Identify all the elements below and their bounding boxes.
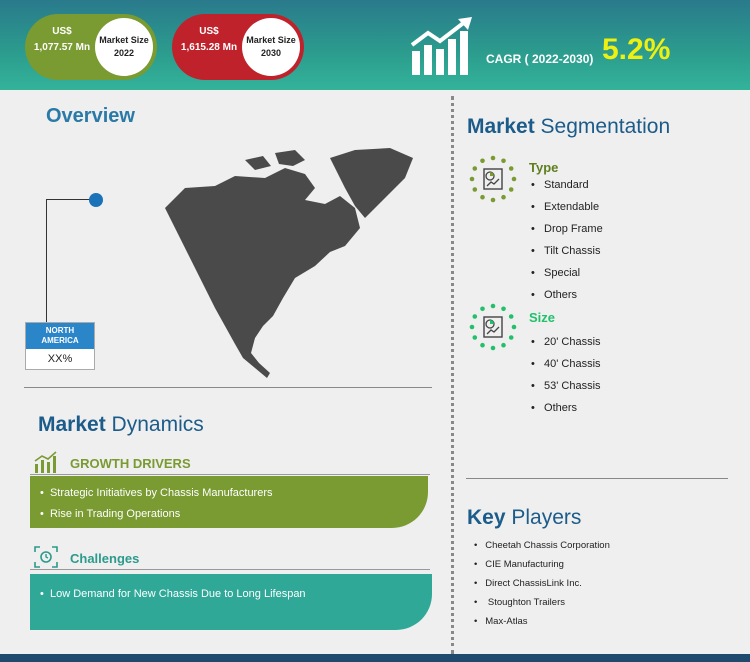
driver-item: • Rise in Trading Operations [40, 508, 181, 520]
growth-drivers-heading: GROWTH DRIVERS [70, 456, 191, 471]
cagr-value: 5.2% [602, 33, 671, 66]
vertical-divider [451, 96, 454, 654]
challenges-underline [30, 569, 430, 570]
key-players-title: Key Players [467, 506, 581, 530]
market-segmentation-title: Market Segmentation [467, 115, 670, 139]
key-players-title-bold: Key [467, 506, 506, 529]
market-size-2030-value: US$ 1,615.28 Mn [180, 26, 238, 53]
market-dynamics-title: Market Dynamics [38, 413, 204, 437]
key-player-item: • Cheetah Chassis Corporation [474, 540, 610, 551]
size-item: • 20' Chassis [531, 336, 601, 348]
cagr-label: CAGR ( 2022-2030) [486, 52, 594, 66]
market-dynamics-title-bold: Market [38, 413, 106, 436]
size-item: • Others [531, 402, 578, 414]
type-segment-icon [469, 155, 517, 203]
market-dynamics-title-rest: Dynamics [111, 413, 204, 436]
challenges-heading: Challenges [70, 551, 140, 566]
type-item: • Special [531, 267, 581, 279]
market-size-2022-pill: US$ 1,077.57 Mn Market Size 2022 [25, 14, 157, 80]
type-item: • Tilt Chassis [531, 245, 601, 257]
footer-bar [0, 654, 750, 662]
region-marker-dot [89, 193, 103, 207]
challenges-box: • Low Demand for New Chassis Due to Long… [30, 574, 432, 630]
market-size-2030-label: Market Size 2030 [242, 18, 300, 76]
size-segment-icon [469, 303, 517, 351]
type-item: • Extendable [531, 201, 600, 213]
region-label: NORTH AMERICA [26, 323, 94, 349]
size-item: • 53' Chassis [531, 380, 601, 392]
market-size-2022-label: Market Size 2022 [95, 18, 153, 76]
overview-title: Overview [46, 105, 135, 127]
region-callout-box: NORTH AMERICA XX% [25, 322, 95, 370]
key-player-item: • Direct ChassisLink Inc. [474, 578, 582, 589]
size-segment-heading: Size [529, 310, 556, 325]
region-share: XX% [47, 353, 73, 365]
challenges-icon [34, 546, 58, 568]
type-item: • Drop Frame [531, 223, 603, 235]
growth-drivers-underline [30, 474, 430, 475]
overview-divider [24, 387, 432, 388]
growth-drivers-icon [34, 451, 57, 473]
market-segmentation-title-rest: Segmentation [540, 115, 671, 138]
header-banner: US$ 1,077.57 Mn Market Size 2022 US$ 1,6… [0, 0, 750, 90]
growth-chart-icon [410, 17, 472, 75]
growth-drivers-box: • Strategic Initiatives by Chassis Manuf… [30, 476, 428, 528]
north-america-map [165, 148, 413, 378]
market-size-2022-value: US$ 1,077.57 Mn [33, 26, 91, 53]
size-item: • 40' Chassis [531, 358, 601, 370]
market-segmentation-title-bold: Market [467, 115, 535, 138]
segmentation-divider [466, 478, 728, 479]
driver-item: • Strategic Initiatives by Chassis Manuf… [40, 487, 273, 499]
key-player-item: • CIE Manufacturing [474, 559, 564, 570]
key-player-item: • Stoughton Trailers [474, 597, 565, 608]
type-item: • Others [531, 289, 578, 301]
type-segment-heading: Type [529, 160, 559, 175]
key-player-item: • Max-Atlas [474, 616, 528, 627]
market-size-2030-pill: US$ 1,615.28 Mn Market Size 2030 [172, 14, 304, 80]
type-item: • Standard [531, 179, 589, 191]
region-callout-line [46, 199, 98, 327]
challenge-item: • Low Demand for New Chassis Due to Long… [40, 588, 306, 600]
key-players-title-rest: Players [511, 506, 582, 529]
